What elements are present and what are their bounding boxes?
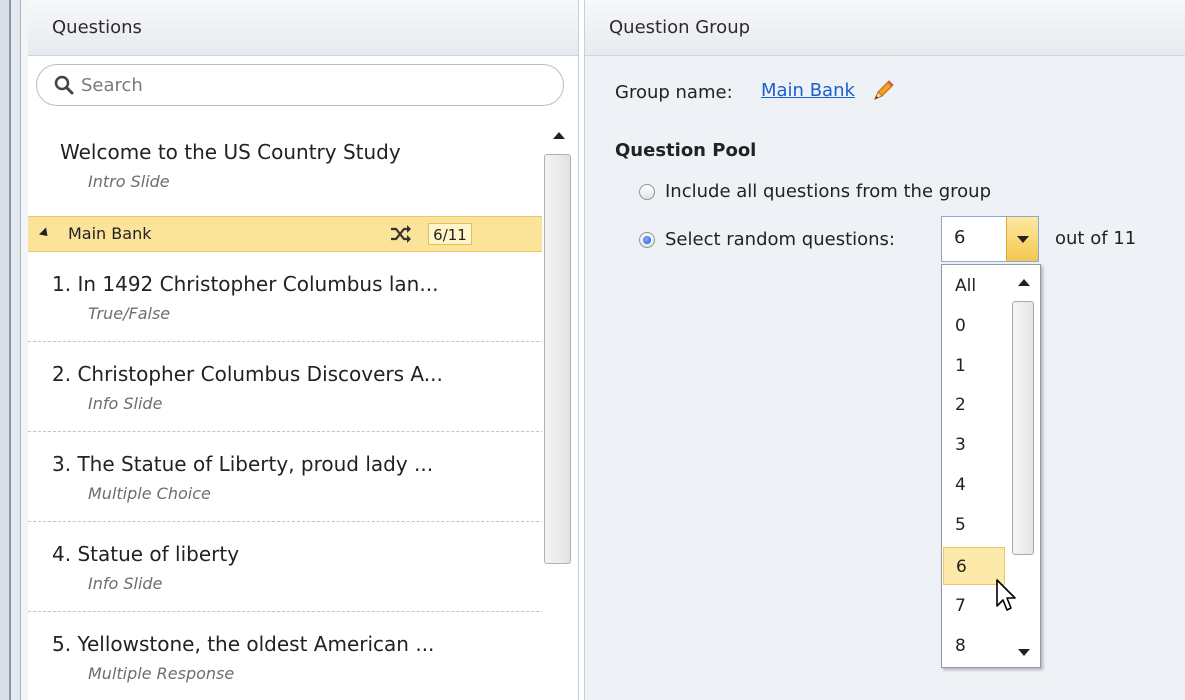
scroll-up-arrow-icon[interactable] (1018, 279, 1030, 286)
collapse-triangle-icon[interactable] (38, 227, 52, 240)
group-row-main-bank[interactable]: Main Bank 6/11 (28, 216, 544, 252)
dropdown-option[interactable]: All (943, 267, 1005, 305)
list-item-title: 1. In 1492 Christopher Columbus lan... (52, 272, 439, 296)
list-item-title: 4. Statue of liberty (52, 542, 240, 566)
list-item-type: Multiple Response (88, 664, 235, 683)
random-count-combo[interactable]: 6 (941, 216, 1039, 262)
list-item-type: True/False (88, 304, 171, 323)
out-of-label: out of 11 (1055, 228, 1137, 249)
search-box[interactable] (36, 64, 564, 106)
group-name-label: Group name: (615, 82, 733, 103)
include-all-label[interactable]: Include all questions from the group (665, 181, 991, 202)
list-item-type: Info Slide (88, 574, 163, 593)
questions-panel-title: Questions (28, 0, 578, 56)
include-all-radio[interactable] (639, 184, 655, 200)
group-label: Main Bank (68, 224, 152, 243)
select-random-radio[interactable] (639, 232, 655, 248)
shuffle-icon (391, 225, 411, 243)
dropdown-option[interactable]: 0 (943, 307, 1005, 345)
dropdown-option[interactable]: 3 (943, 426, 1005, 464)
list-item-intro[interactable]: Welcome to the US Country Study Intro Sl… (28, 118, 544, 216)
list-item-title: 5. Yellowstone, the oldest American ... (52, 632, 435, 656)
search-icon (54, 75, 74, 95)
dropdown-option[interactable]: 2 (943, 386, 1005, 424)
random-count-dropdown[interactable]: All 0 1 2 3 4 5 6 7 8 (941, 264, 1041, 668)
dropdown-option[interactable]: 4 (943, 466, 1005, 504)
combo-dropdown-button[interactable] (1006, 217, 1038, 261)
list-item-title: 3. The Statue of Liberty, proud lady ... (52, 452, 434, 476)
list-item-title: 2. Christopher Columbus Discovers A... (52, 362, 443, 386)
list-item[interactable]: 1. In 1492 Christopher Columbus lan... T… (28, 252, 544, 342)
list-item[interactable]: 3. The Statue of Liberty, proud lady ...… (28, 432, 544, 522)
dropdown-option[interactable]: 8 (943, 627, 1005, 665)
search-input[interactable] (81, 71, 541, 99)
mouse-cursor-icon (996, 579, 1016, 611)
scroll-thumb[interactable] (544, 154, 571, 564)
select-random-label[interactable]: Select random questions: (665, 229, 895, 250)
pencil-icon[interactable] (871, 78, 895, 104)
question-list-scrollbar[interactable] (542, 118, 578, 700)
question-pool-heading: Question Pool (615, 140, 757, 161)
list-item[interactable]: 2. Christopher Columbus Discovers A... I… (28, 342, 544, 432)
list-item[interactable]: 4. Statue of liberty Info Slide (28, 522, 544, 612)
scroll-up-arrow-icon[interactable] (553, 132, 565, 139)
questions-panel: Questions Welcome to the US Country Stud… (28, 0, 579, 700)
app-window-edge (0, 0, 28, 700)
question-group-panel-title: Question Group (585, 0, 1185, 56)
question-list: Welcome to the US Country Study Intro Sl… (28, 118, 544, 700)
list-item[interactable]: 5. Yellowstone, the oldest American ... … (28, 612, 544, 700)
scroll-down-arrow-icon[interactable] (1018, 649, 1030, 656)
group-name-link[interactable]: Main Bank (761, 80, 855, 101)
chevron-down-icon (1017, 236, 1029, 243)
list-item-type: Intro Slide (88, 172, 170, 191)
random-count-value: 6 (954, 227, 966, 248)
question-group-panel: Question Group Group name: Main Bank Que… (584, 0, 1185, 700)
dropdown-option[interactable]: 5 (943, 506, 1005, 544)
list-item-type: Info Slide (88, 394, 163, 413)
list-item-title: Welcome to the US Country Study (60, 140, 401, 164)
random-count-badge: 6/11 (428, 223, 472, 245)
dropdown-option[interactable]: 1 (943, 347, 1005, 385)
dropdown-scroll-thumb[interactable] (1012, 301, 1034, 555)
list-item-type: Multiple Choice (88, 484, 211, 503)
